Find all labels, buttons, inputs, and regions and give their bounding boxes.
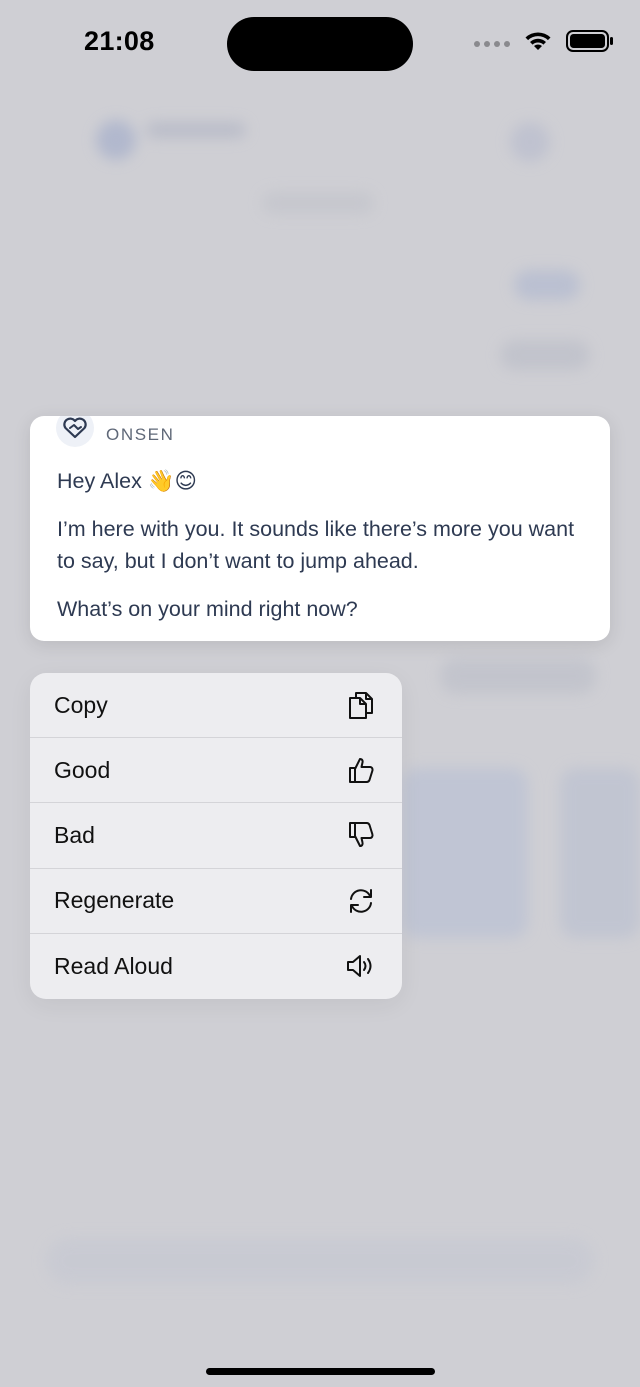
- status-icons: [474, 30, 614, 57]
- menu-item-bad[interactable]: Bad: [30, 803, 402, 869]
- blurred-header-button: [510, 122, 550, 162]
- sender-name: ONSEN: [106, 425, 175, 444]
- menu-label-bad: Bad: [54, 821, 95, 848]
- copy-icon: [346, 690, 376, 720]
- thumbs-up-icon: [346, 755, 376, 785]
- message-greeting: Hey Alex 👋😊: [57, 469, 198, 493]
- menu-item-copy[interactable]: Copy: [30, 673, 402, 739]
- blurred-input-bar: [46, 1238, 594, 1284]
- menu-label-regenerate: Regenerate: [54, 887, 175, 914]
- menu-item-good[interactable]: Good: [30, 738, 402, 804]
- menu-label-read-aloud: Read Aloud: [54, 952, 173, 979]
- blurred-header-title: [146, 122, 246, 138]
- speaker-icon: [346, 951, 376, 981]
- message-question: What’s on your mind right now?: [57, 597, 358, 621]
- context-menu: Copy Good Bad Regenerate Read Aloud: [30, 673, 402, 999]
- menu-label-good: Good: [54, 756, 111, 783]
- regenerate-icon: [346, 886, 376, 916]
- blurred-header-avatar: [96, 120, 136, 160]
- sender-row: ONSEN: [56, 416, 174, 454]
- battery-icon: [566, 30, 614, 57]
- blurred-reactions: [500, 340, 590, 370]
- home-indicator[interactable]: [206, 1368, 435, 1375]
- message-body: I’m here with you. It sounds like there’…: [57, 517, 575, 573]
- thumbs-down-icon: [346, 820, 376, 850]
- heart-handshake-icon: [56, 416, 94, 447]
- wifi-icon: [524, 31, 552, 57]
- menu-item-regenerate[interactable]: Regenerate: [30, 869, 402, 934]
- blurred-card-1: [402, 768, 528, 938]
- cellular-dots-icon: [474, 40, 510, 47]
- blurred-user-bubble: [514, 270, 580, 300]
- blurred-date-pill: [262, 192, 374, 214]
- blurred-actions: [440, 658, 596, 694]
- menu-item-read-aloud[interactable]: Read Aloud: [30, 934, 402, 999]
- blurred-card-2: [560, 768, 640, 938]
- dynamic-island: [227, 17, 413, 71]
- menu-label-copy: Copy: [54, 691, 108, 718]
- status-time: 21:08: [84, 26, 155, 56]
